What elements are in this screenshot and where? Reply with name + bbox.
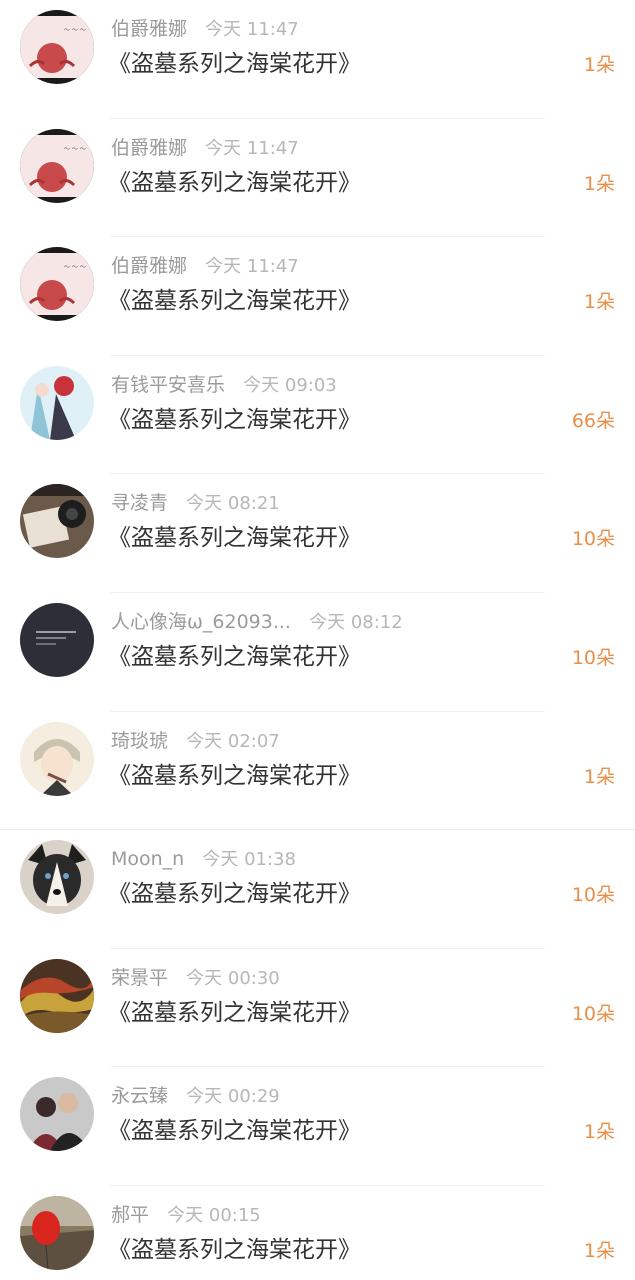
flower-count: 10朵	[571, 884, 615, 907]
book-title[interactable]: 《盗墓系列之海棠花开》	[108, 403, 361, 437]
red-balloon-avatar[interactable]	[20, 1195, 94, 1270]
reward-meta: 有钱平安喜乐 今天 09:03	[111, 370, 337, 400]
list-item[interactable]: 郝平 今天 00:15 《盗墓系列之海棠花开》 1朵	[0, 1186, 635, 1280]
reward-time: 今天 11:47	[205, 19, 299, 40]
svg-text:～ ～ ～: ～ ～ ～	[64, 146, 86, 153]
reward-meta: 伯爵雅娜 今天 11:47	[111, 14, 299, 44]
user-name[interactable]: 荣景平	[111, 967, 168, 989]
list-item[interactable]: ～ ～ ～ 伯爵雅娜 今天 11:47 《盗墓系列之海棠花开》 1朵	[0, 0, 635, 119]
flower-count: 1朵	[583, 1239, 615, 1262]
reward-time: 今天 00:15	[167, 1204, 261, 1226]
list-item[interactable]: 人心像海ω_62093... 今天 08:12 《盗墓系列之海棠花开》 10朵	[0, 593, 635, 712]
camera-photo-avatar[interactable]	[20, 484, 94, 559]
list-item[interactable]: 寻凌青 今天 08:21 《盗墓系列之海棠花开》 10朵	[0, 474, 635, 593]
crab-cartoon-avatar[interactable]: ～ ～ ～	[20, 247, 94, 322]
anime-couple-avatar[interactable]	[20, 365, 94, 440]
flower-count: 1朵	[583, 765, 615, 788]
reward-time: 今天 08:21	[186, 493, 280, 515]
reward-meta: 寻凌青 今天 08:21	[111, 488, 280, 518]
reward-meta: 人心像海ω_62093... 今天 08:12	[111, 607, 403, 637]
book-title[interactable]: 《盗墓系列之海棠花开》	[108, 47, 361, 81]
book-title[interactable]: 《盗墓系列之海棠花开》	[108, 996, 361, 1030]
reward-time: 今天 11:47	[205, 137, 299, 159]
book-title[interactable]: 《盗墓系列之海棠花开》	[108, 1114, 361, 1148]
reward-time: 今天 08:12	[309, 611, 403, 633]
user-name[interactable]: 琦琰琥	[111, 730, 168, 752]
user-name[interactable]: 伯爵雅娜	[111, 137, 187, 159]
reward-meta: 琦琰琥 今天 02:07	[111, 726, 280, 756]
flower-count: 1朵	[583, 172, 615, 195]
list-item[interactable]: 有钱平安喜乐 今天 09:03 《盗墓系列之海棠花开》 66朵	[0, 356, 635, 475]
reward-meta: 伯爵雅娜 今天 11:47	[111, 133, 299, 163]
user-name[interactable]: 有钱平安喜乐	[111, 374, 225, 396]
reward-meta: Moon_n 今天 01:38	[111, 844, 296, 874]
reward-time: 今天 01:38	[202, 849, 296, 871]
svg-text:～ ～ ～: ～ ～ ～	[64, 27, 86, 34]
list-item[interactable]: 荣景平 今天 00:30 《盗墓系列之海棠花开》 10朵	[0, 949, 635, 1068]
user-name[interactable]: 伯爵雅娜	[111, 255, 187, 277]
reward-list: ～ ～ ～ 伯爵雅娜 今天 11:47 《盗墓系列之海棠花开》 1朵 ～ ～ ～…	[0, 0, 635, 1280]
svg-text:～ ～ ～: ～ ～ ～	[64, 264, 86, 271]
reward-meta: 郝平 今天 00:15	[111, 1200, 261, 1230]
dark-text-avatar[interactable]	[20, 602, 94, 677]
user-name[interactable]: Moon_n	[111, 848, 184, 870]
reward-time: 今天 11:47	[205, 256, 299, 278]
husky-dog-avatar[interactable]	[20, 840, 94, 915]
flower-count: 1朵	[583, 54, 615, 76]
reward-meta: 伯爵雅娜 今天 11:47	[111, 251, 299, 281]
flower-count: 10朵	[571, 528, 615, 551]
anime-boy-avatar[interactable]	[20, 721, 94, 796]
flower-count: 1朵	[583, 1121, 615, 1144]
list-item[interactable]: 琦琰琥 今天 02:07 《盗墓系列之海棠花开》 1朵	[0, 712, 635, 831]
list-item[interactable]: 永云臻 今天 00:29 《盗墓系列之海棠花开》 1朵	[0, 1067, 635, 1186]
book-title[interactable]: 《盗墓系列之海棠花开》	[108, 1233, 361, 1267]
reward-time: 今天 09:03	[243, 374, 337, 396]
crab-cartoon-avatar[interactable]: ～ ～ ～	[20, 128, 94, 203]
book-title[interactable]: 《盗墓系列之海棠花开》	[108, 640, 361, 674]
list-item[interactable]: Moon_n 今天 01:38 《盗墓系列之海棠花开》 10朵	[0, 830, 635, 949]
user-name[interactable]: 人心像海ω_62093...	[111, 611, 291, 633]
flower-count: 10朵	[571, 1002, 615, 1025]
flower-count: 66朵	[571, 409, 615, 432]
user-name[interactable]: 伯爵雅娜	[111, 18, 187, 40]
reward-time: 今天 00:30	[186, 967, 280, 989]
reward-meta: 荣景平 今天 00:30	[111, 963, 280, 993]
flower-count: 10朵	[571, 646, 615, 669]
reward-time: 今天 02:07	[186, 730, 280, 752]
book-title[interactable]: 《盗墓系列之海棠花开》	[108, 759, 361, 793]
user-name[interactable]: 郝平	[111, 1204, 149, 1226]
book-title[interactable]: 《盗墓系列之海棠花开》	[108, 877, 361, 911]
user-name[interactable]: 寻凌青	[111, 492, 168, 514]
crab-cartoon-avatar[interactable]: ～ ～ ～	[20, 10, 94, 84]
list-item[interactable]: ～ ～ ～ 伯爵雅娜 今天 11:47 《盗墓系列之海棠花开》 1朵	[0, 237, 635, 356]
couple-photo-avatar[interactable]	[20, 1077, 94, 1152]
flower-count: 1朵	[583, 291, 615, 314]
book-title[interactable]: 《盗墓系列之海棠花开》	[108, 284, 361, 318]
reward-time: 今天 00:29	[186, 1086, 280, 1108]
autumn-leaves-avatar[interactable]	[20, 958, 94, 1033]
reward-meta: 永云臻 今天 00:29	[111, 1081, 280, 1111]
book-title[interactable]: 《盗墓系列之海棠花开》	[108, 166, 361, 200]
user-name[interactable]: 永云臻	[111, 1085, 168, 1107]
list-item[interactable]: ～ ～ ～ 伯爵雅娜 今天 11:47 《盗墓系列之海棠花开》 1朵	[0, 119, 635, 238]
book-title[interactable]: 《盗墓系列之海棠花开》	[108, 521, 361, 555]
